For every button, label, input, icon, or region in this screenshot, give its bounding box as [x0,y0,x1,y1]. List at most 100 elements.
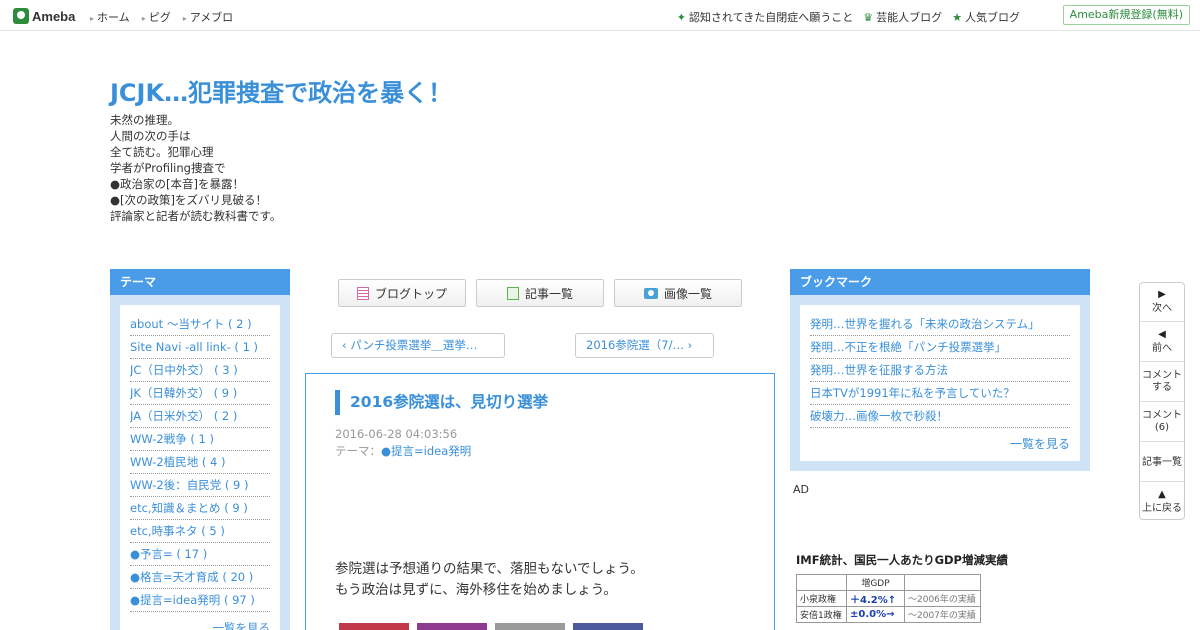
theme-item[interactable]: ●格言=天才育成 ( 20 ) [130,566,270,589]
bookmark-more-link[interactable]: 一覧を見る [1010,435,1070,452]
article-body: 参院選は予想通りの結果で、落胆もないでしょう。 もう政治は見ずに、海外移住を始め… [335,559,644,601]
comments-label: コメント [1142,410,1182,421]
bookmark-item[interactable]: 発明…世界を握れる「未来の政治システム」 [810,313,1070,336]
theme-more-link[interactable]: 一覧を見る [213,620,271,630]
triangle-up-icon: ▲ [1158,489,1166,500]
description-line: 人間の次の手は [110,129,191,143]
comments-count: (6) [1154,422,1170,433]
global-header: Ameba ▸ ホーム ▸ ピグ ▸ アメブロ ✦ 認知されてきた自閉症へ願うこと ♛ 芸… [0,0,1200,31]
article-paragraph: 参院選は予想通りの結果で、落胆もないでしょう。 [335,561,644,577]
description-line: ●政治家の[本音]を暴露！ [110,177,245,191]
chevron-right-icon: ▸ [90,14,95,23]
ad-row-value: ＋4.2%↑ [846,590,905,607]
write-comment-button[interactable]: コメント する [1140,370,1184,394]
blog-title[interactable]: JCJK…犯罪捜査で政治を暴く！ [110,73,452,108]
nav-home[interactable]: ▸ ホーム [90,9,130,25]
link-autism-topic[interactable]: ✦ 認知されてきた自閉症へ願うこと [677,9,854,25]
theme-item[interactable]: etc,知識＆まとめ ( 9 ) [130,497,270,520]
bookmark-heading: ブックマーク [790,269,1090,295]
link-popular-blog[interactable]: ★ 人気ブログ [952,9,1020,25]
divider [1140,401,1184,402]
theme-item[interactable]: JK（日韓外交） ( 9 ) [130,382,270,405]
article-image[interactable] [417,623,487,630]
sparkle-icon: ✦ [676,11,686,24]
camera-icon [643,287,658,299]
comment-label: コメント [1142,370,1182,381]
link-celebrity-blog[interactable]: ♛ 芸能人ブログ [863,9,942,25]
view-comments-button[interactable]: コメント (6) [1140,410,1184,434]
theme-item[interactable]: WW-2後：自民党 ( 9 ) [130,474,270,497]
description-line: 評論家と記者が読む教科書です。 [110,209,282,223]
next-button[interactable]: ▶ 次へ [1140,289,1184,315]
theme-item[interactable]: ●提言=idea発明 ( 97 ) [130,589,270,612]
ad-row-value: ±0.0%→ [846,606,905,623]
nav-ameblo[interactable]: ▸ アメブロ [183,9,233,25]
ad-row-note: ～2007年の実績 [904,606,981,623]
article-list-side-button[interactable]: 記事一覧 [1140,457,1184,469]
article-theme-label: テーマ： [335,444,381,458]
description-line: 学者がProfiling捜査で [110,161,226,175]
article-image[interactable] [573,623,643,630]
ad-table-cell [796,574,847,591]
theme-item[interactable]: ●予言= ( 17 ) [130,543,270,566]
theme-item[interactable]: JC（日中外交） ( 3 ) [130,359,270,382]
article-image[interactable] [339,623,409,630]
ameba-logo-text: Ameba [32,8,76,24]
floating-nav: ▶ 次へ ◀ 前へ コメント する コメント (6) 記事一覧 ▲ 上に戻る [1139,282,1185,520]
crown-icon: ♛ [863,11,874,24]
chevron-right-icon: › [683,338,693,352]
documents-icon [506,286,519,300]
blog-top-button[interactable]: ブログトップ [338,279,466,307]
theme-heading: テーマ [110,269,290,295]
theme-item[interactable]: WW-2植民地 ( 4 ) [130,451,270,474]
article-paragraph: もう政治は見ずに、海外移住を始めましょう。 [335,582,617,598]
divider [1140,321,1184,322]
article-image[interactable] [495,623,565,630]
star-icon: ★ [952,11,962,24]
prev-article-link[interactable]: ‹ パンチ投票選挙＿選挙… [331,333,505,358]
divider [1140,361,1184,362]
ad-table-cell [904,574,981,591]
ad-label: AD [793,483,809,496]
bookmark-item[interactable]: 発明…世界を征服する方法 [810,359,1070,382]
nav-pigg[interactable]: ▸ ピグ [142,9,171,25]
theme-panel: テーマ about ～当サイト ( 2 ) Site Navi -all lin… [110,269,290,630]
bookmark-item[interactable]: 破壊力…画像一枚で秒殺！ [810,405,1070,428]
bookmark-list: 発明…世界を握れる「未来の政治システム」 発明…不正を根絶「パンチ投票選挙」 発… [800,305,1080,461]
ad-row-name: 安倍1政権 [796,606,847,623]
chevron-right-icon: ▸ [141,14,146,23]
article-theme-link[interactable]: ●提言=idea発明 [381,444,471,458]
ad-table-header: 増GDP [846,574,905,591]
header-right-links: ✦ 認知されてきた自閉症へ願うこと ♛ 芸能人ブログ ★ 人気ブログ [677,9,1020,25]
article: 2016参院選は、見切り選挙 2016-06-28 04:03:56 テーマ：●… [305,373,775,630]
article-list-button[interactable]: 記事一覧 [476,279,604,307]
bookmark-panel: ブックマーク 発明…世界を握れる「未来の政治システム」 発明…不正を根絶「パンチ… [790,269,1090,471]
theme-item[interactable]: about ～当サイト ( 2 ) [130,313,270,336]
comment-label: する [1152,382,1172,393]
article-date: 2016-06-28 04:03:56 [335,427,458,441]
divider [1140,481,1184,482]
notepad-icon [356,286,369,300]
ad-row-name: 小泉政権 [796,590,847,607]
bookmark-item[interactable]: 発明…不正を根絶「パンチ投票選挙」 [810,336,1070,359]
ameba-logo-icon [13,8,29,24]
article-title[interactable]: 2016参院選は、見切り選挙 [335,390,548,415]
play-right-icon: ▶ [1158,289,1166,300]
image-list-button[interactable]: 画像一覧 [614,279,742,307]
theme-item[interactable]: Site Navi -all link- ( 1 ) [130,336,270,359]
theme-item[interactable]: etc,時事ネタ ( 5 ) [130,520,270,543]
signup-button[interactable]: Ameba新規登録(無料) [1062,5,1190,25]
ameba-logo[interactable]: Ameba [13,7,75,25]
back-to-top-button[interactable]: ▲ 上に戻る [1140,489,1184,515]
article-image-row [339,623,643,630]
ad-image[interactable]: IMF統計、国民一人あたりGDP増減実績 増GDP 小泉政権 ＋4.2%↑ ～2… [796,552,1008,630]
ad-title: IMF統計、国民一人あたりGDP増減実績 [796,553,1008,567]
theme-item[interactable]: JA（日米外交） ( 2 ) [130,405,270,428]
divider [1140,441,1184,442]
blog-description: 未然の推理。 人間の次の手は 全て読む。犯罪心理 学者がProfiling捜査で… [110,112,410,224]
theme-item[interactable]: WW-2戦争 ( 1 ) [130,428,270,451]
prev-button[interactable]: ◀ 前へ [1140,329,1184,355]
next-article-link[interactable]: 2016参院選（7/… › [575,333,714,358]
description-line: 全て読む。犯罪心理 [110,145,214,159]
bookmark-item[interactable]: 日本TVが1991年に私を予言していた？ [810,382,1070,405]
